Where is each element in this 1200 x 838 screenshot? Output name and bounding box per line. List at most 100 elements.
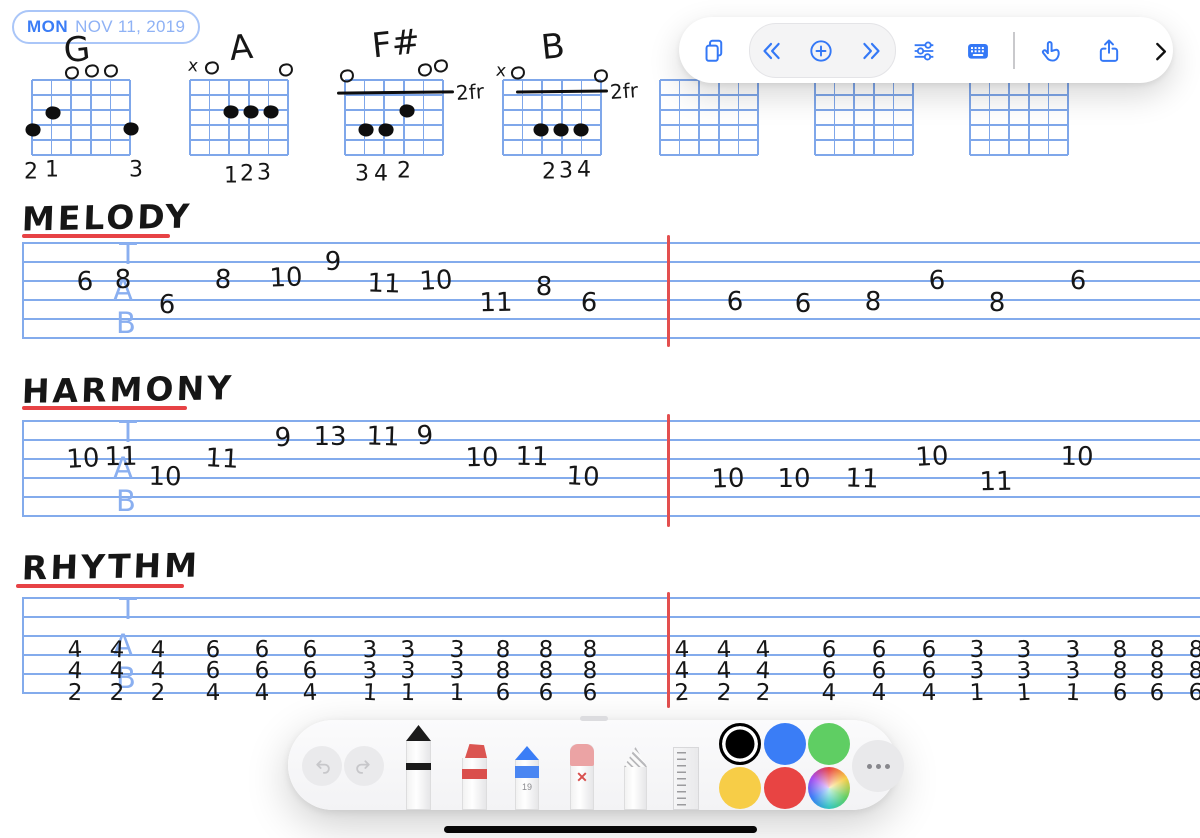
pen-body bbox=[406, 741, 431, 810]
grid-line-horizontal bbox=[660, 154, 758, 156]
shader-body bbox=[624, 767, 647, 810]
grid-line-vertical bbox=[834, 80, 836, 155]
chord-stack-digit-ink: 2 bbox=[716, 680, 732, 707]
plus-circle-icon bbox=[808, 38, 835, 65]
chevron-right-icon bbox=[1147, 38, 1173, 64]
chord-stack-digit-ink: 4 bbox=[302, 680, 318, 707]
ellipsis-dot bbox=[876, 764, 881, 769]
undo-button[interactable] bbox=[302, 746, 342, 786]
marker-tool[interactable] bbox=[462, 744, 487, 810]
grid-line-vertical bbox=[698, 80, 700, 155]
notes-canvas[interactable]: MON NOV 11, 2019 TABTABTAB G213Ax123F#2f… bbox=[0, 0, 1200, 838]
pen-tip bbox=[406, 725, 431, 741]
tab-note-ink: 11 bbox=[367, 268, 401, 299]
tab-note-ink: 10 bbox=[915, 441, 950, 473]
color-swatch-rainbow[interactable] bbox=[808, 767, 850, 809]
eraser-tool[interactable]: ✕ bbox=[570, 744, 594, 810]
chord-name-ink: F# bbox=[370, 22, 422, 67]
keypad-icon bbox=[964, 37, 992, 65]
grid-line-horizontal bbox=[660, 94, 758, 96]
shader-tool[interactable] bbox=[624, 747, 647, 810]
grid-line-horizontal bbox=[660, 124, 758, 126]
tab-note-ink: 8 bbox=[864, 287, 882, 318]
grid-line-vertical bbox=[738, 80, 740, 155]
grid-line-horizontal bbox=[970, 109, 1068, 111]
pen-tool[interactable] bbox=[406, 725, 431, 810]
tab-note-ink: 11 bbox=[366, 421, 400, 452]
staff-left-border bbox=[22, 597, 24, 694]
title-underline-ink bbox=[22, 234, 170, 238]
toolbar-drag-handle[interactable] bbox=[580, 716, 608, 721]
chord-stack-digit-ink: 1 bbox=[449, 680, 464, 706]
open-string-mark bbox=[84, 64, 100, 79]
color-swatch-green[interactable] bbox=[808, 723, 850, 765]
color-swatch-blue[interactable] bbox=[764, 723, 806, 765]
grid-line-horizontal bbox=[660, 139, 758, 141]
gesture-hand-button[interactable] bbox=[1037, 37, 1065, 65]
staff-line bbox=[22, 261, 1200, 263]
chord-stack-digit-ink: 2 bbox=[67, 680, 83, 706]
chord-stack-digit-ink: 4 bbox=[821, 680, 836, 706]
color-swatch-red[interactable] bbox=[764, 767, 806, 809]
grid-line-vertical bbox=[969, 80, 971, 155]
grid-line-vertical bbox=[1008, 80, 1010, 155]
grid-line-horizontal bbox=[970, 139, 1068, 141]
grid-line-vertical bbox=[129, 80, 131, 155]
grid-line-horizontal bbox=[503, 139, 601, 141]
tab-note-ink: 10 bbox=[465, 443, 499, 474]
grid-line-vertical bbox=[90, 80, 92, 155]
staff-line bbox=[22, 616, 1200, 618]
previous-page-button[interactable] bbox=[758, 38, 784, 64]
staff-line bbox=[22, 597, 1200, 599]
finger-number-ink: 2 bbox=[542, 160, 556, 185]
tab-note-ink: 10 bbox=[1060, 442, 1094, 473]
grid-line-vertical bbox=[718, 80, 720, 155]
eraser-x-mark: ✕ bbox=[570, 769, 594, 786]
grid-line-horizontal bbox=[32, 154, 130, 156]
add-page-button[interactable] bbox=[808, 38, 835, 65]
color-swatch-black[interactable] bbox=[719, 723, 761, 765]
grid-line-horizontal bbox=[815, 124, 913, 126]
staff-line bbox=[22, 458, 1200, 460]
keypad-button[interactable] bbox=[964, 37, 992, 65]
finger-number-ink: 2 bbox=[24, 160, 38, 185]
chord-grid bbox=[970, 80, 1068, 155]
staff-line bbox=[22, 242, 1200, 244]
tab-note-ink: 8 bbox=[988, 288, 1005, 318]
fret-number-ink: 2fr bbox=[455, 79, 485, 105]
pencil-tool[interactable]: 19 bbox=[515, 746, 539, 810]
grid-line-vertical bbox=[209, 80, 211, 155]
finger-number-ink: 1 bbox=[45, 158, 59, 183]
share-button[interactable] bbox=[1095, 37, 1123, 65]
staff-left-border bbox=[22, 242, 24, 339]
section-title-ink: RHYTHM bbox=[21, 545, 200, 587]
adjustments-button[interactable] bbox=[910, 37, 938, 65]
chord-stack-digit-ink: 4 bbox=[205, 680, 220, 706]
tab-note-ink: 6 bbox=[726, 287, 744, 318]
tab-note-ink: 11 bbox=[515, 442, 549, 473]
redo-button[interactable] bbox=[344, 746, 384, 786]
ruler-tool[interactable] bbox=[673, 747, 699, 810]
double-chevron-left-icon bbox=[758, 38, 784, 64]
tab-note-ink: 6 bbox=[580, 288, 598, 319]
open-string-mark bbox=[433, 59, 449, 74]
eraser-cap bbox=[570, 744, 594, 766]
duplicate-pages-button[interactable] bbox=[700, 37, 728, 65]
more-options-button[interactable] bbox=[852, 740, 904, 792]
ellipsis-dot bbox=[885, 764, 890, 769]
chord-stack-digit-ink: 4 bbox=[872, 680, 887, 706]
grid-line-horizontal bbox=[32, 139, 130, 141]
tab-note-ink: 10 bbox=[148, 462, 182, 493]
color-swatch-yellow[interactable] bbox=[719, 767, 761, 809]
tab-note-ink: 10 bbox=[711, 463, 745, 494]
collapse-toolbar-button[interactable] bbox=[1147, 38, 1173, 64]
tab-note-ink: 11 bbox=[479, 288, 513, 319]
chord-name-ink: A bbox=[227, 27, 254, 69]
chord-grid bbox=[815, 80, 913, 155]
next-page-button[interactable] bbox=[859, 38, 885, 64]
home-indicator[interactable] bbox=[444, 826, 757, 833]
pen-band bbox=[406, 763, 431, 770]
section-title-ink: MELODY bbox=[21, 197, 193, 239]
tab-note-ink: 11 bbox=[979, 467, 1013, 498]
grid-line-horizontal bbox=[503, 94, 601, 96]
